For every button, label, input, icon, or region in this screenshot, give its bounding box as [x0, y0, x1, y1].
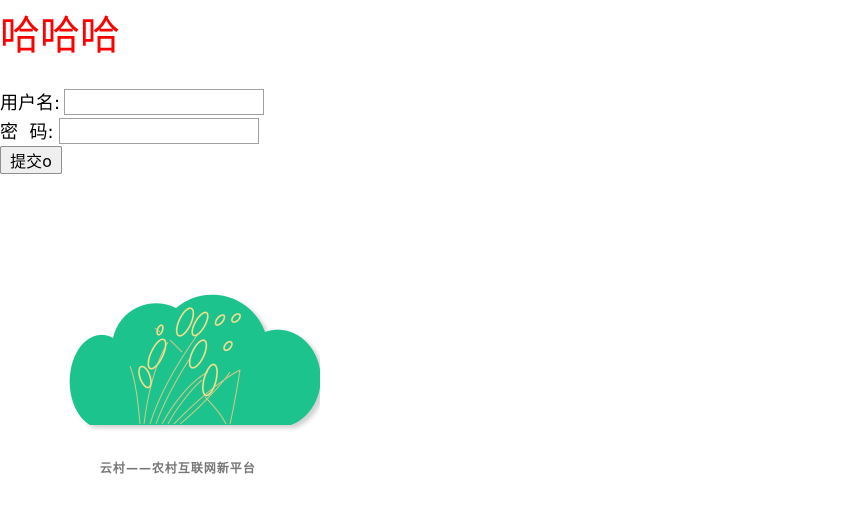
- page-title: 哈哈哈: [0, 13, 120, 59]
- password-field[interactable]: [58, 118, 259, 144]
- page: 哈哈哈 用户名: 密 码: 提交o 云村——农村互联网新平台: [0, 0, 856, 531]
- cloud-wheat-logo-icon: [69, 294, 320, 425]
- username-label: 用户名:: [0, 93, 61, 114]
- logo-slogan: 云村——农村互联网新平台: [100, 461, 257, 475]
- password-row: 密 码:: [0, 117, 259, 145]
- password-label: 密 码:: [0, 122, 54, 143]
- username-field[interactable]: [64, 89, 265, 115]
- username-row: 用户名:: [0, 88, 265, 116]
- yuncun-logo: [60, 262, 320, 438]
- submit-button[interactable]: 提交o: [0, 146, 62, 174]
